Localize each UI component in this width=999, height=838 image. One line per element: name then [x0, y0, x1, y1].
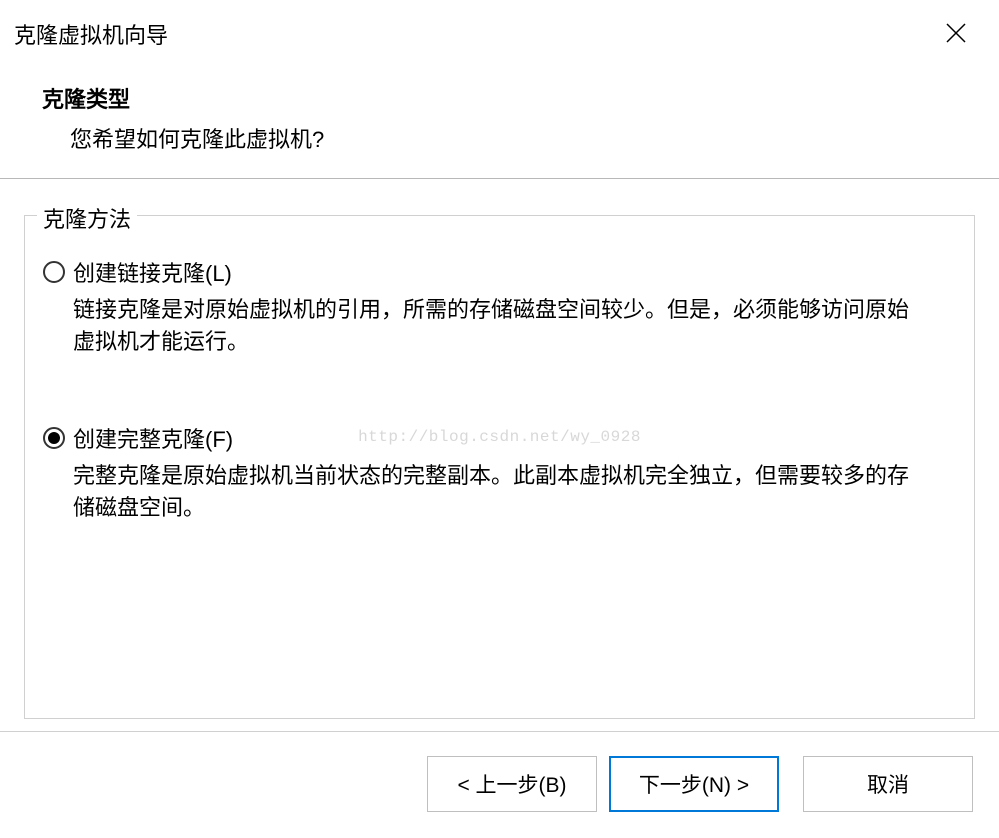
close-icon[interactable]: [937, 18, 975, 52]
clone-method-group: 克隆方法 创建链接克隆(L) 链接克隆是对原始虚拟机的引用，所需的存储磁盘空间较…: [24, 215, 975, 719]
radio-circle-icon: [43, 261, 65, 283]
radio-description: 完整克隆是原始虚拟机当前状态的完整副本。此副本虚拟机完全独立，但需要较多的存储磁…: [73, 460, 913, 524]
radio-option-linked-clone: 创建链接克隆(L) 链接克隆是对原始虚拟机的引用，所需的存储磁盘空间较少。但是，…: [43, 256, 956, 358]
radio-linked-clone[interactable]: 创建链接克隆(L): [43, 256, 956, 288]
wizard-footer: < 上一步(B) 下一步(N) > 取消: [0, 731, 999, 812]
group-legend: 克隆方法: [37, 202, 137, 234]
cancel-button[interactable]: 取消: [803, 756, 973, 812]
radio-label: 创建链接克隆(L): [73, 256, 232, 288]
back-button[interactable]: < 上一步(B): [427, 756, 597, 812]
wizard-step-subtitle: 您希望如何克隆此虚拟机?: [70, 122, 999, 154]
radio-option-full-clone: 创建完整克隆(F) 完整克隆是原始虚拟机当前状态的完整副本。此副本虚拟机完全独立…: [43, 422, 956, 524]
wizard-step-title: 克隆类型: [42, 82, 999, 114]
window-title: 克隆虚拟机向导: [14, 18, 168, 50]
radio-full-clone[interactable]: 创建完整克隆(F): [43, 422, 956, 454]
wizard-header: 克隆类型 您希望如何克隆此虚拟机?: [0, 62, 999, 178]
radio-circle-icon: [43, 427, 65, 449]
next-button[interactable]: 下一步(N) >: [609, 756, 779, 812]
radio-label: 创建完整克隆(F): [73, 422, 233, 454]
radio-description: 链接克隆是对原始虚拟机的引用，所需的存储磁盘空间较少。但是，必须能够访问原始虚拟…: [73, 294, 913, 358]
